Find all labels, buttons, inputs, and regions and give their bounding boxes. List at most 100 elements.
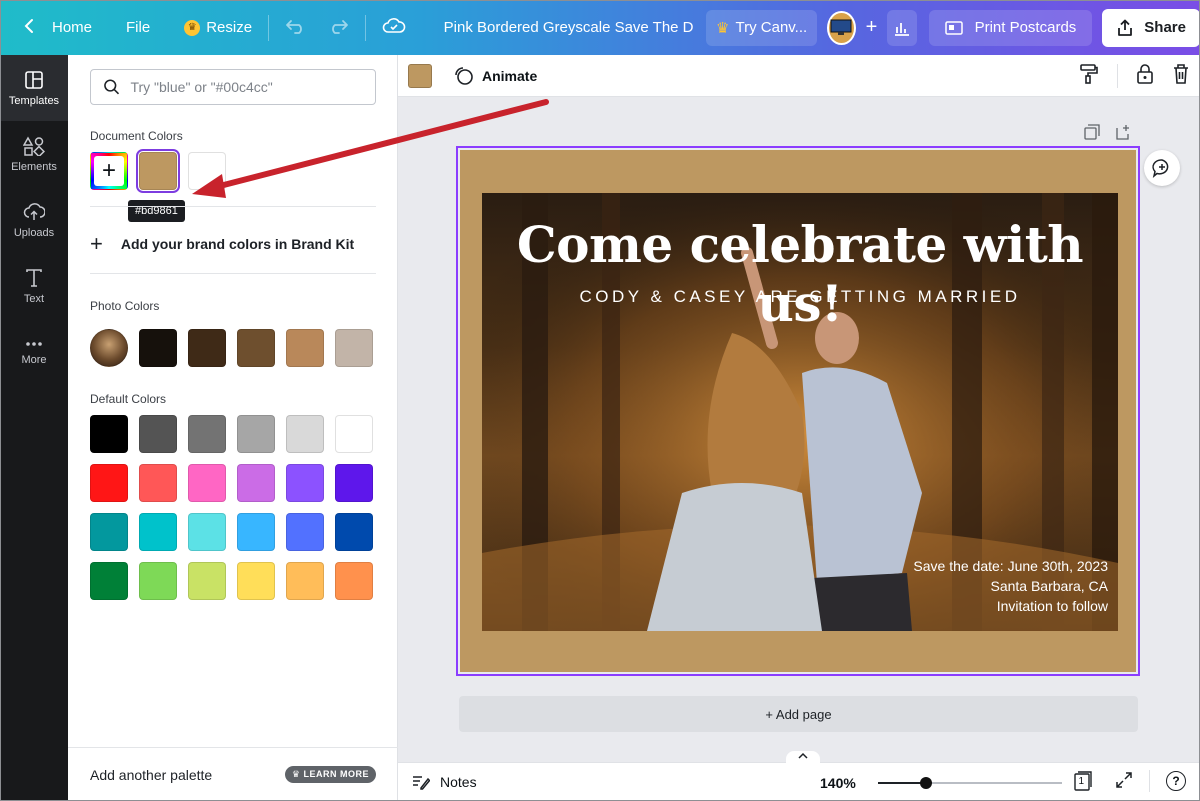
cloud-check-icon: [382, 17, 406, 39]
rail-item-uploads[interactable]: Uploads: [0, 187, 68, 253]
event-details[interactable]: Save the date: June 30th, 2023 Santa Bar…: [913, 556, 1108, 616]
resize-button[interactable]: ♛ Resize: [174, 10, 262, 46]
document-color-swatch[interactable]: [136, 149, 180, 193]
divider: [90, 206, 376, 207]
try-canva-pro-button[interactable]: ♛ Try Canv...: [706, 9, 818, 46]
default-color-swatch[interactable]: [139, 415, 177, 453]
zoom-handle[interactable]: [919, 777, 932, 789]
user-avatar[interactable]: [827, 10, 856, 45]
default-color-swatch[interactable]: [286, 464, 324, 502]
default-color-swatch[interactable]: [188, 415, 226, 453]
document-title[interactable]: Pink Bordered Greyscale Save The Date P.…: [434, 10, 694, 46]
document-color-swatch[interactable]: [188, 152, 226, 190]
add-comment-button[interactable]: [1144, 150, 1180, 186]
undo-button[interactable]: [275, 10, 317, 46]
default-color-swatch[interactable]: [90, 464, 128, 502]
elements-icon: [23, 135, 45, 156]
cloud-upload-icon: [23, 202, 45, 220]
top-bar: Home File ♛ Resize Pink Bordered Greysca…: [0, 0, 1200, 55]
document-colors-title: Document Colors: [90, 129, 183, 143]
rail-item-templates[interactable]: Templates: [0, 55, 68, 121]
photo-color-swatch[interactable]: [335, 329, 373, 367]
photo-color-swatch[interactable]: [139, 329, 177, 367]
photo-color-swatch[interactable]: [286, 329, 324, 367]
photo-color-swatch[interactable]: [188, 329, 226, 367]
add-brand-colors-link[interactable]: + Add your brand colors in Brand Kit: [90, 231, 354, 257]
default-color-swatch[interactable]: [188, 464, 226, 502]
add-color-button[interactable]: +: [90, 152, 128, 190]
try-canva-label: Try Canv...: [735, 19, 808, 36]
default-color-swatch[interactable]: [335, 464, 373, 502]
paint-roller-icon[interactable]: [1079, 63, 1099, 90]
default-color-swatch[interactable]: [335, 513, 373, 551]
add-page-icon[interactable]: [1116, 124, 1132, 145]
photo-thumbnail[interactable]: [90, 329, 128, 367]
share-label: Share: [1144, 19, 1186, 36]
context-toolbar: Animate: [398, 55, 1200, 97]
default-color-swatch[interactable]: [139, 562, 177, 600]
add-collaborator-button[interactable]: +: [856, 10, 888, 46]
share-icon: [1118, 19, 1133, 36]
redo-icon: [327, 18, 349, 38]
panel-footer: Add another palette ♛ LEARN MORE: [68, 747, 398, 801]
default-color-swatch[interactable]: [90, 415, 128, 453]
default-color-swatch[interactable]: [286, 513, 324, 551]
bar-chart-icon: [894, 22, 909, 36]
default-color-swatch[interactable]: [335, 562, 373, 600]
notes-button[interactable]: Notes: [412, 774, 477, 790]
rail-item-elements[interactable]: Elements: [0, 121, 68, 187]
default-color-swatch[interactable]: [286, 415, 324, 453]
plus-icon: +: [101, 157, 116, 184]
page-count-button[interactable]: 1: [1073, 770, 1099, 792]
share-button[interactable]: Share: [1102, 8, 1200, 47]
design-canvas[interactable]: Come celebrate with us! CODY & CASEY ARE…: [456, 146, 1140, 676]
default-color-swatch[interactable]: [237, 415, 275, 453]
bottom-right-group: 1 ?: [1073, 770, 1186, 792]
default-color-swatch[interactable]: [188, 562, 226, 600]
insights-button[interactable]: [887, 9, 917, 46]
default-color-swatch[interactable]: [90, 513, 128, 551]
collapse-toggle[interactable]: [786, 751, 820, 765]
fullscreen-icon[interactable]: [1115, 771, 1133, 792]
search-input[interactable]: [130, 79, 363, 95]
rail-item-more[interactable]: More: [0, 319, 68, 385]
duplicate-page-icon[interactable]: [1084, 124, 1100, 145]
bottom-bar: Notes 140% 1 ?: [398, 751, 1200, 801]
headline-text[interactable]: Come celebrate with us!: [482, 215, 1118, 333]
default-color-swatch[interactable]: [139, 464, 177, 502]
photo-color-swatch[interactable]: [237, 329, 275, 367]
cloud-save-button[interactable]: [372, 10, 416, 46]
rail-label: Templates: [8, 94, 60, 107]
trash-icon[interactable]: [1172, 63, 1190, 90]
date-line: Save the date: June 30th, 2023: [913, 558, 1108, 574]
default-color-swatch[interactable]: [139, 513, 177, 551]
zoom-level[interactable]: 140%: [820, 775, 856, 791]
animate-button[interactable]: Animate: [454, 66, 537, 86]
default-color-swatch[interactable]: [237, 464, 275, 502]
default-color-swatch[interactable]: [237, 513, 275, 551]
zoom-slider[interactable]: [878, 777, 1062, 789]
print-label: Print Postcards: [974, 19, 1077, 36]
home-button[interactable]: Home: [12, 10, 102, 46]
rail-label: More: [21, 353, 47, 366]
file-menu[interactable]: File: [116, 10, 160, 46]
redo-button[interactable]: [317, 10, 359, 46]
add-palette-link[interactable]: Add another palette: [90, 767, 212, 783]
subhead-text[interactable]: CODY & CASEY ARE GETTING MARRIED: [482, 287, 1118, 307]
print-postcards-button[interactable]: Print Postcards: [928, 9, 1093, 46]
default-color-swatch[interactable]: [286, 562, 324, 600]
default-color-swatch[interactable]: [188, 513, 226, 551]
text-icon: [26, 268, 42, 287]
default-color-swatch[interactable]: [90, 562, 128, 600]
learn-more-badge[interactable]: ♛ LEARN MORE: [284, 766, 376, 783]
text-color-button[interactable]: [408, 63, 432, 88]
rail-item-text[interactable]: Text: [0, 253, 68, 319]
color-search[interactable]: [90, 69, 376, 105]
add-page-button[interactable]: + Add page: [459, 696, 1138, 732]
default-color-swatch[interactable]: [237, 562, 275, 600]
help-button[interactable]: ?: [1166, 771, 1186, 791]
default-color-swatch[interactable]: [335, 415, 373, 453]
couple-photo[interactable]: Come celebrate with us! CODY & CASEY ARE…: [482, 193, 1118, 631]
plus-icon: +: [865, 16, 878, 38]
lock-icon[interactable]: [1136, 63, 1154, 90]
